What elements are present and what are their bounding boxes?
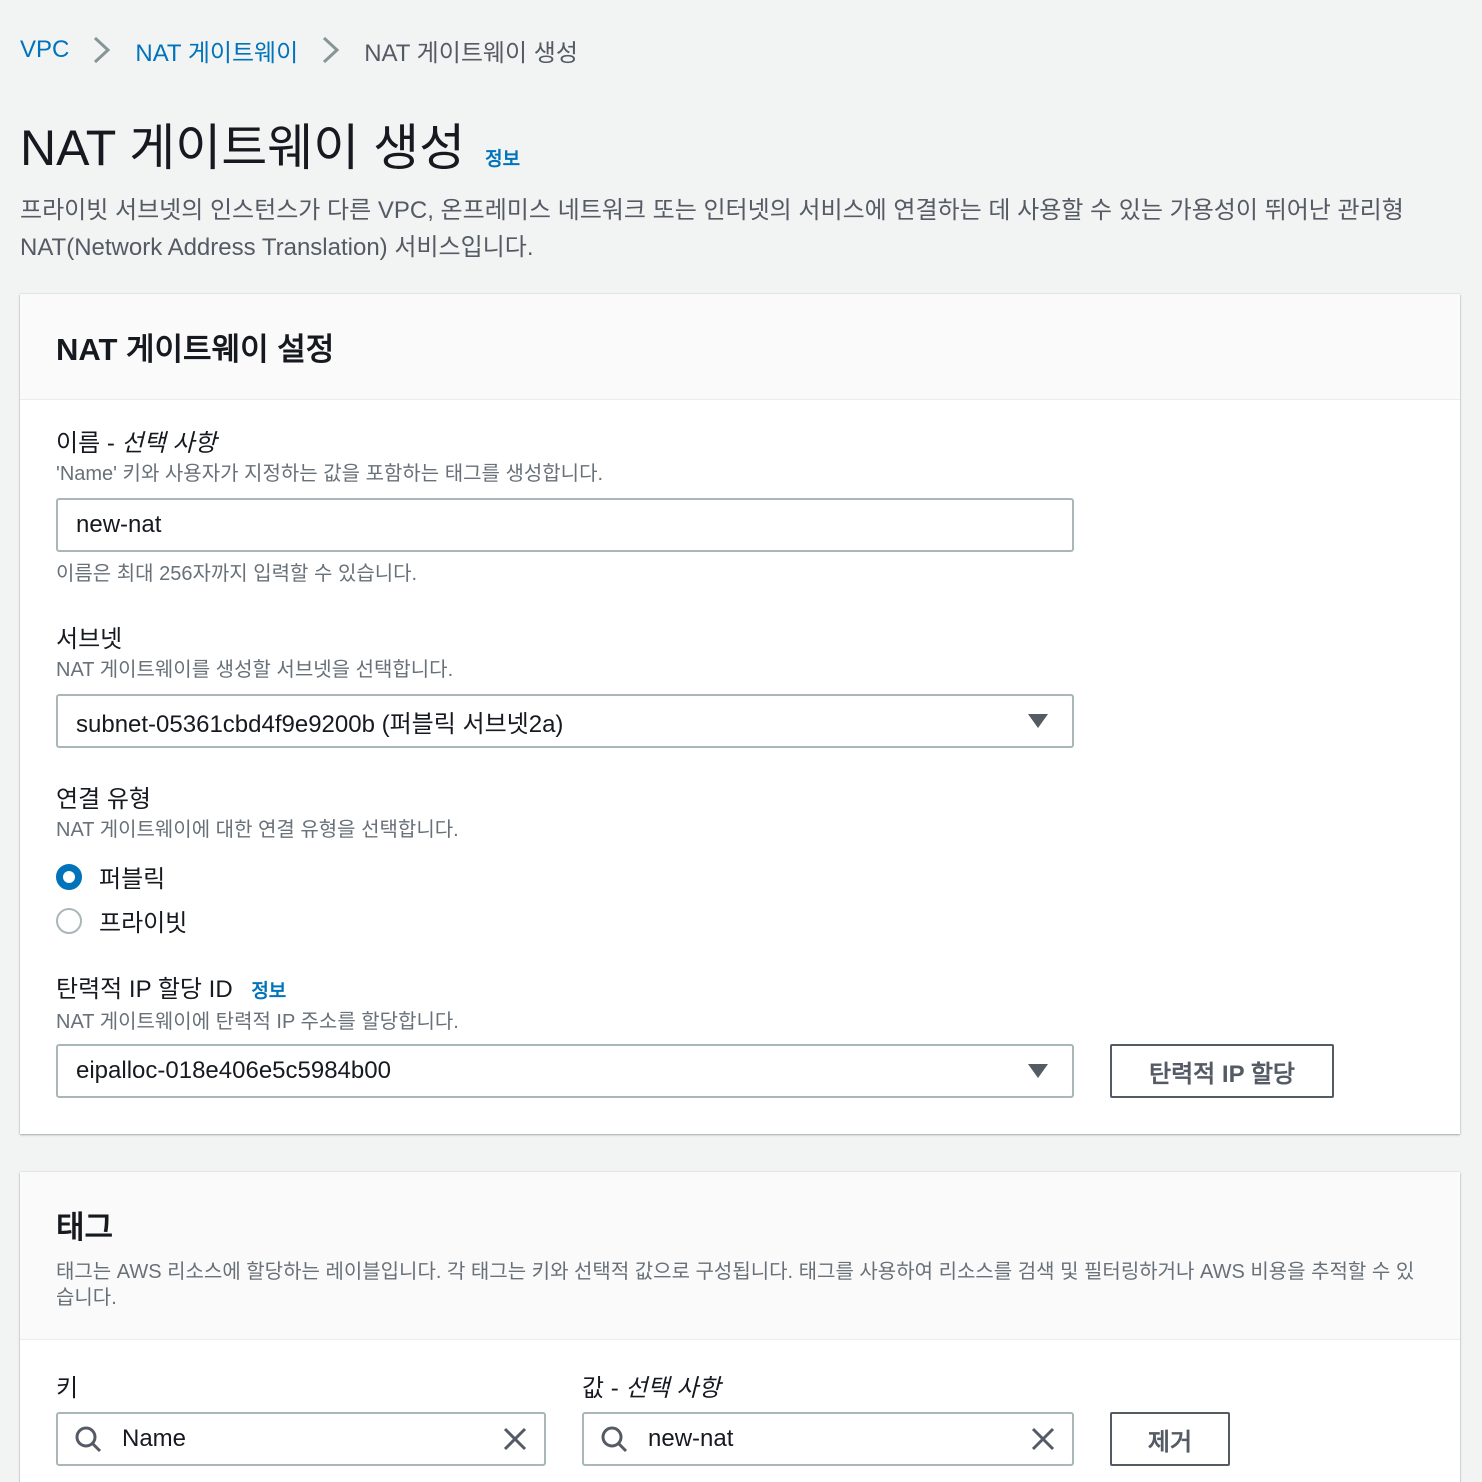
subnet-select[interactable]: subnet-05361cbd4f9e9200b (퍼블릭 서브넷2a) [56, 694, 1074, 748]
caret-down-icon [1028, 714, 1048, 728]
tags-panel-header: 태그 태그는 AWS 리소스에 할당하는 레이블입니다. 각 태그는 키와 선택… [20, 1172, 1460, 1340]
eip-label: 탄력적 IP 할당 ID 정보 [56, 976, 287, 1003]
nat-gateway-settings-panel: NAT 게이트웨이 설정 이름 - 선택 사항 'Name' 키와 사용자가 지… [20, 294, 1460, 1134]
eip-field: 탄력적 IP 할당 ID 정보 NAT 게이트웨이에 탄력적 IP 주소를 할당… [56, 974, 459, 1036]
subnet-selected-value: subnet-05361cbd4f9e9200b (퍼블릭 서브넷2a) [76, 710, 564, 738]
page-header: NAT 게이트웨이 생성 정보 [20, 108, 520, 180]
breadcrumb-vpc[interactable]: VPC [20, 36, 69, 64]
subnet-label: 서브넷 [56, 626, 123, 653]
name-label: 이름 - 선택 사항 [56, 430, 217, 457]
search-icon [75, 1426, 102, 1453]
connectivity-label: 연결 유형 [56, 786, 151, 813]
chevron-right-icon [298, 35, 364, 65]
caret-down-icon [1028, 1064, 1048, 1078]
close-icon[interactable] [502, 1426, 528, 1452]
search-icon [601, 1426, 628, 1453]
name-field: 이름 - 선택 사항 'Name' 키와 사용자가 지정하는 값을 포함하는 태… [56, 428, 603, 488]
tag-value-value: new-nat [648, 1425, 734, 1452]
name-input[interactable]: new-nat [56, 498, 1074, 552]
tags-panel-description: 태그는 AWS 리소스에 할당하는 레이블입니다. 각 태그는 키와 선택적 값… [56, 1261, 1415, 1309]
radio-button-public[interactable] [56, 863, 82, 890]
radio-label-private: 프라이빗 [99, 910, 188, 937]
settings-panel-title: NAT 게이트웨이 설정 [56, 332, 335, 367]
breadcrumb: VPC NAT 게이트웨이 NAT 게이트웨이 생성 [20, 30, 578, 70]
radio-option-public[interactable]: 퍼블릭 [56, 859, 165, 894]
page-description: 프라이빗 서브넷의 인스턴스가 다른 VPC, 온프레미스 네트워크 또는 인터… [20, 197, 1404, 261]
eip-select[interactable]: eipalloc-018e406e5c5984b00 [56, 1044, 1074, 1098]
radio-option-private[interactable]: 프라이빗 [56, 903, 187, 938]
connectivity-description: NAT 게이트웨이에 대한 연결 유형을 선택합니다. [56, 819, 459, 841]
connectivity-field: 연결 유형 NAT 게이트웨이에 대한 연결 유형을 선택합니다. [56, 784, 459, 844]
settings-panel-header: NAT 게이트웨이 설정 [20, 294, 1460, 400]
eip-info-link[interactable]: 정보 [251, 981, 286, 1002]
close-icon[interactable] [1030, 1426, 1056, 1452]
info-link[interactable]: 정보 [485, 144, 520, 171]
breadcrumb-current: NAT 게이트웨이 생성 [364, 39, 578, 67]
eip-selected-value: eipalloc-018e406e5c5984b00 [76, 1057, 391, 1084]
subnet-field: 서브넷 NAT 게이트웨이를 생성할 서브넷을 선택합니다. [56, 624, 453, 684]
remove-tag-button[interactable]: 제거 [1110, 1412, 1230, 1466]
name-constraint: 이름은 최대 256자까지 입력할 수 있습니다. [56, 563, 418, 585]
breadcrumb-nat-gateways[interactable]: NAT 게이트웨이 [135, 33, 298, 68]
tag-value-label: 값 - 선택 사항 [582, 1375, 721, 1402]
radio-label-public: 퍼블릭 [99, 866, 166, 893]
chevron-right-icon [69, 35, 135, 65]
tag-key-value: Name [122, 1425, 187, 1452]
eip-description: NAT 게이트웨이에 탄력적 IP 주소를 할당합니다. [56, 1011, 459, 1033]
tags-panel-title: 태그 [56, 1210, 114, 1245]
subnet-description: NAT 게이트웨이를 생성할 서브넷을 선택합니다. [56, 659, 454, 681]
tags-panel: 태그 태그는 AWS 리소스에 할당하는 레이블입니다. 각 태그는 키와 선택… [20, 1172, 1460, 1482]
name-description: 'Name' 키와 사용자가 지정하는 값을 포함하는 태그를 생성합니다. [56, 463, 604, 485]
allocate-eip-button[interactable]: 탄력적 IP 할당 [1110, 1044, 1334, 1098]
page-title: NAT 게이트웨이 생성 [20, 120, 466, 176]
tag-value-input[interactable]: new-nat [582, 1412, 1074, 1466]
tag-key-label: 키 [56, 1375, 79, 1402]
tag-key-input[interactable]: Name [56, 1412, 546, 1466]
radio-button-private[interactable] [56, 907, 82, 934]
